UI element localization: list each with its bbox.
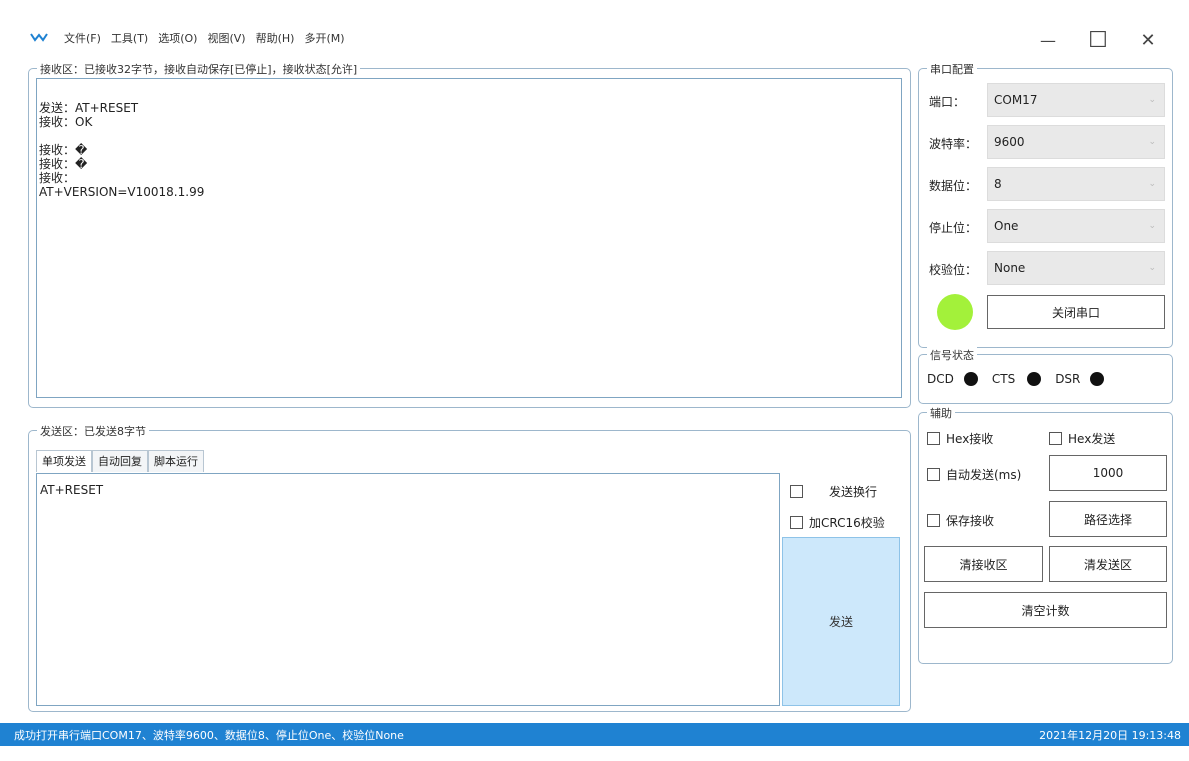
port-config-title: 串口配置 — [927, 61, 977, 77]
signal-status-title: 信号状态 — [927, 347, 977, 363]
dsr-label: DSR — [1055, 372, 1081, 386]
tab-script-run[interactable]: 脚本运行 — [148, 450, 204, 472]
parity-select[interactable]: None ⌄ — [987, 251, 1165, 285]
tab-auto-reply[interactable]: 自动回复 — [92, 450, 148, 472]
chevron-down-icon: ⌄ — [1148, 137, 1156, 147]
menu-tools[interactable]: 工具(T) — [111, 30, 148, 48]
minimize-icon: — — [1040, 30, 1056, 50]
dsr-indicator-icon — [1090, 372, 1105, 386]
aux-title: 辅助 — [927, 405, 955, 421]
auto-send-interval-input[interactable]: 1000 — [1049, 455, 1167, 491]
hex-recv-checkbox[interactable] — [927, 432, 940, 445]
chevron-down-icon: ⌄ — [1148, 263, 1156, 273]
send-tabs: 单项发送 自动回复 脚本运行 — [36, 450, 204, 472]
tab-single-send[interactable]: 单项发送 — [36, 450, 92, 472]
baud-select[interactable]: 9600 ⌄ — [987, 125, 1165, 159]
clear-send-button[interactable]: 清发送区 — [1049, 546, 1167, 582]
hex-send-option[interactable]: Hex发送 — [1049, 430, 1115, 447]
send-input[interactable]: AT+RESET — [36, 473, 780, 706]
menu-help[interactable]: 帮助(H) — [256, 30, 295, 48]
data-bits-value: 8 — [994, 177, 1002, 191]
stop-bits-value: One — [994, 219, 1019, 233]
chevron-down-icon: ⌄ — [1148, 221, 1156, 231]
menu-bar: 文件(F) 工具(T) 选项(O) 视图(V) 帮助(H) 多开(M) — [64, 30, 345, 48]
parity-value: None — [994, 261, 1026, 275]
minimize-button[interactable]: — — [1030, 22, 1066, 58]
send-newline-checkbox[interactable] — [790, 485, 803, 498]
cts-indicator-icon — [1027, 372, 1042, 386]
send-newline-label: 发送换行 — [829, 485, 878, 499]
cts-label: CTS — [991, 372, 1016, 386]
port-value: COM17 — [994, 93, 1038, 107]
maximize-icon: ☐ — [1088, 27, 1108, 53]
receive-group-title: 接收区：已接收32字节，接收自动保存[已停止]，接收状态[允许] — [37, 61, 361, 77]
menu-multi-open[interactable]: 多开(M) — [304, 30, 344, 48]
dcd-indicator-icon — [963, 372, 978, 386]
data-bits-select[interactable]: 8 ⌄ — [987, 167, 1165, 201]
dcd-label: DCD — [927, 372, 954, 386]
port-label: 端口： — [929, 95, 966, 109]
clear-receive-button[interactable]: 清接收区 — [924, 546, 1043, 582]
app-logo-icon — [30, 33, 48, 42]
status-message: 成功打开串行端口COM17、波特率9600、数据位8、停止位One、校验位Non… — [14, 728, 404, 742]
auto-send-checkbox[interactable] — [927, 468, 940, 481]
status-datetime: 2021年12月20日 19:13:48 — [1039, 728, 1181, 742]
crc16-label: 加CRC16校验 — [809, 516, 885, 530]
crc16-option[interactable]: 加CRC16校验 — [790, 514, 885, 531]
close-port-button[interactable]: 关闭串口 — [987, 295, 1165, 329]
signal-row: DCD CTS DSR — [927, 372, 1105, 386]
close-button[interactable]: ✕ — [1130, 22, 1166, 58]
stop-bits-select[interactable]: One ⌄ — [987, 209, 1165, 243]
save-recv-label: 保存接收 — [946, 514, 995, 528]
hex-recv-label: Hex接收 — [946, 432, 994, 446]
baud-value: 9600 — [994, 135, 1025, 149]
close-icon: ✕ — [1140, 29, 1156, 51]
maximize-button[interactable]: ☐ — [1080, 22, 1116, 58]
auto-send-option[interactable]: 自动发送(ms) — [927, 466, 1021, 483]
save-recv-checkbox[interactable] — [927, 514, 940, 527]
stop-bits-label: 停止位： — [929, 221, 978, 235]
auto-send-label: 自动发送(ms) — [946, 468, 1022, 482]
baud-label: 波特率： — [929, 137, 978, 151]
save-recv-option[interactable]: 保存接收 — [927, 512, 994, 529]
chevron-down-icon: ⌄ — [1148, 179, 1156, 189]
send-group-title: 发送区：已发送8字节 — [37, 423, 149, 439]
send-button[interactable]: 发送 — [782, 537, 900, 706]
menu-file[interactable]: 文件(F) — [64, 30, 101, 48]
hex-send-label: Hex发送 — [1068, 432, 1116, 446]
menu-options[interactable]: 选项(O) — [158, 30, 197, 48]
hex-recv-option[interactable]: Hex接收 — [927, 430, 993, 447]
data-bits-label: 数据位： — [929, 179, 978, 193]
clear-count-button[interactable]: 清空计数 — [924, 592, 1167, 628]
chevron-down-icon: ⌄ — [1148, 95, 1156, 105]
crc16-checkbox[interactable] — [790, 516, 803, 529]
menu-view[interactable]: 视图(V) — [207, 30, 245, 48]
status-bar: 成功打开串行端口COM17、波特率9600、数据位8、停止位One、校验位Non… — [0, 723, 1189, 746]
port-status-indicator — [937, 294, 973, 330]
parity-label: 校验位： — [929, 263, 978, 277]
receive-textarea[interactable]: 发送：AT+RESET 接收：OK 接收：� 接收：� 接收： AT+VERSI… — [36, 78, 902, 398]
hex-send-checkbox[interactable] — [1049, 432, 1062, 445]
send-newline-option[interactable]: 发送换行 — [790, 483, 877, 500]
port-select[interactable]: COM17 ⌄ — [987, 83, 1165, 117]
path-select-button[interactable]: 路径选择 — [1049, 501, 1167, 537]
